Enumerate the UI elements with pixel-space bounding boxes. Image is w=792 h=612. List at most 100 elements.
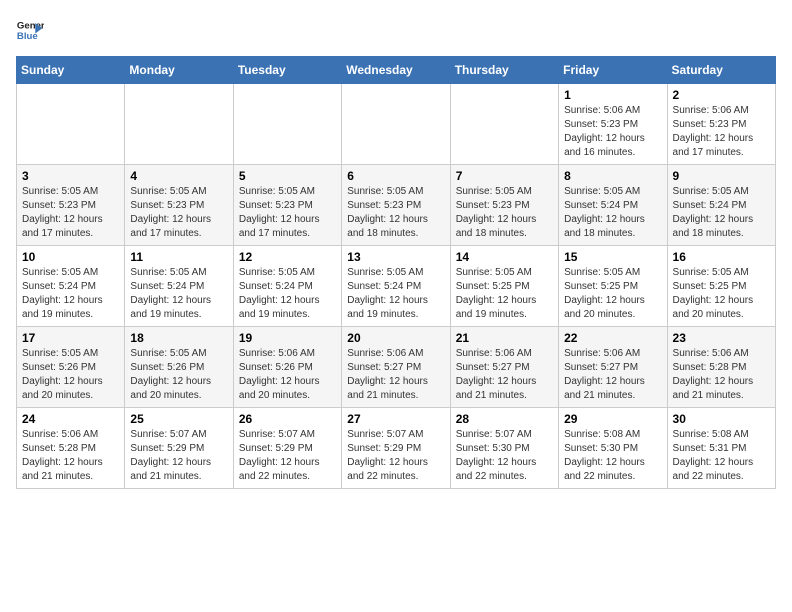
weekday-header-sunday: Sunday xyxy=(17,57,125,84)
calendar-cell: 2 Sunrise: 5:06 AM Sunset: 5:23 PM Daylig… xyxy=(667,84,775,165)
day-number: 3 xyxy=(22,169,119,183)
day-number: 26 xyxy=(239,412,336,426)
day-info: Sunrise: 5:07 AM Sunset: 5:29 PM Dayligh… xyxy=(130,428,227,484)
svg-text:Blue: Blue xyxy=(17,31,38,42)
calendar-cell: 27 Sunrise: 5:07 AM Sunset: 5:29 PM Dayli… xyxy=(342,408,450,489)
calendar-cell: 6 Sunrise: 5:05 AM Sunset: 5:23 PM Daylig… xyxy=(342,165,450,246)
day-info: Sunrise: 5:05 AM Sunset: 5:23 PM Dayligh… xyxy=(239,185,336,241)
calendar-cell: 19 Sunrise: 5:06 AM Sunset: 5:26 PM Dayli… xyxy=(233,327,341,408)
day-info: Sunrise: 5:06 AM Sunset: 5:28 PM Dayligh… xyxy=(22,428,119,484)
calendar-cell: 7 Sunrise: 5:05 AM Sunset: 5:23 PM Daylig… xyxy=(450,165,558,246)
logo-icon: General Blue xyxy=(16,16,44,44)
day-number: 19 xyxy=(239,331,336,345)
calendar-cell: 9 Sunrise: 5:05 AM Sunset: 5:24 PM Daylig… xyxy=(667,165,775,246)
calendar-cell: 24Sunrise: 5:06 AM Sunset: 5:28 PM Dayli… xyxy=(17,408,125,489)
weekday-header-friday: Friday xyxy=(559,57,667,84)
day-info: Sunrise: 5:08 AM Sunset: 5:31 PM Dayligh… xyxy=(673,428,770,484)
weekday-header-wednesday: Wednesday xyxy=(342,57,450,84)
day-info: Sunrise: 5:05 AM Sunset: 5:26 PM Dayligh… xyxy=(130,347,227,403)
calendar-week-3: 10 Sunrise: 5:05 AM Sunset: 5:24 PM Dayli… xyxy=(17,246,776,327)
day-number: 1 xyxy=(564,88,661,102)
logo: General Blue xyxy=(16,16,44,44)
calendar-cell: 3 Sunrise: 5:05 AM Sunset: 5:23 PM Daylig… xyxy=(17,165,125,246)
weekday-header-row: SundayMondayTuesdayWednesdayThursdayFrid… xyxy=(17,57,776,84)
day-info: Sunrise: 5:06 AM Sunset: 5:28 PM Dayligh… xyxy=(673,347,770,403)
calendar-cell: 20 Sunrise: 5:06 AM Sunset: 5:27 PM Dayli… xyxy=(342,327,450,408)
calendar-cell xyxy=(17,84,125,165)
day-info: Sunrise: 5:07 AM Sunset: 5:29 PM Dayligh… xyxy=(347,428,444,484)
day-info: Sunrise: 5:07 AM Sunset: 5:29 PM Dayligh… xyxy=(239,428,336,484)
weekday-header-thursday: Thursday xyxy=(450,57,558,84)
day-info: Sunrise: 5:06 AM Sunset: 5:23 PM Dayligh… xyxy=(673,104,770,160)
calendar-cell: 15Sunrise: 5:05 AM Sunset: 5:25 PM Dayli… xyxy=(559,246,667,327)
day-number: 9 xyxy=(673,169,770,183)
day-info: Sunrise: 5:05 AM Sunset: 5:24 PM Dayligh… xyxy=(22,266,119,322)
calendar-week-2: 3 Sunrise: 5:05 AM Sunset: 5:23 PM Daylig… xyxy=(17,165,776,246)
day-number: 5 xyxy=(239,169,336,183)
day-number: 15 xyxy=(564,250,661,264)
day-info: Sunrise: 5:05 AM Sunset: 5:23 PM Dayligh… xyxy=(130,185,227,241)
calendar-cell: 8 Sunrise: 5:05 AM Sunset: 5:24 PM Daylig… xyxy=(559,165,667,246)
calendar-cell: 14Sunrise: 5:05 AM Sunset: 5:25 PM Dayli… xyxy=(450,246,558,327)
calendar-cell xyxy=(342,84,450,165)
day-number: 4 xyxy=(130,169,227,183)
calendar-cell: 4 Sunrise: 5:05 AM Sunset: 5:23 PM Daylig… xyxy=(125,165,233,246)
calendar-cell: 22 Sunrise: 5:06 AM Sunset: 5:27 PM Dayli… xyxy=(559,327,667,408)
day-number: 28 xyxy=(456,412,553,426)
calendar-cell: 10 Sunrise: 5:05 AM Sunset: 5:24 PM Dayli… xyxy=(17,246,125,327)
day-info: Sunrise: 5:05 AM Sunset: 5:24 PM Dayligh… xyxy=(130,266,227,322)
calendar-cell: 30 Sunrise: 5:08 AM Sunset: 5:31 PM Dayli… xyxy=(667,408,775,489)
day-number: 27 xyxy=(347,412,444,426)
day-number: 11 xyxy=(130,250,227,264)
day-info: Sunrise: 5:05 AM Sunset: 5:23 PM Dayligh… xyxy=(22,185,119,241)
day-number: 7 xyxy=(456,169,553,183)
day-info: Sunrise: 5:06 AM Sunset: 5:27 PM Dayligh… xyxy=(564,347,661,403)
weekday-header-tuesday: Tuesday xyxy=(233,57,341,84)
calendar-cell: 5 Sunrise: 5:05 AM Sunset: 5:23 PM Daylig… xyxy=(233,165,341,246)
calendar-cell: 23Sunrise: 5:06 AM Sunset: 5:28 PM Dayli… xyxy=(667,327,775,408)
calendar-week-1: 1 Sunrise: 5:06 AM Sunset: 5:23 PM Daylig… xyxy=(17,84,776,165)
calendar-cell: 21Sunrise: 5:06 AM Sunset: 5:27 PM Dayli… xyxy=(450,327,558,408)
weekday-header-monday: Monday xyxy=(125,57,233,84)
day-number: 29 xyxy=(564,412,661,426)
day-info: Sunrise: 5:05 AM Sunset: 5:23 PM Dayligh… xyxy=(456,185,553,241)
calendar-cell xyxy=(125,84,233,165)
day-number: 22 xyxy=(564,331,661,345)
calendar-body: 1 Sunrise: 5:06 AM Sunset: 5:23 PM Daylig… xyxy=(17,84,776,489)
day-number: 6 xyxy=(347,169,444,183)
day-info: Sunrise: 5:06 AM Sunset: 5:27 PM Dayligh… xyxy=(347,347,444,403)
day-number: 25 xyxy=(130,412,227,426)
calendar-cell: 26 Sunrise: 5:07 AM Sunset: 5:29 PM Dayli… xyxy=(233,408,341,489)
day-number: 13 xyxy=(347,250,444,264)
day-number: 16 xyxy=(673,250,770,264)
day-number: 18 xyxy=(130,331,227,345)
day-number: 2 xyxy=(673,88,770,102)
day-info: Sunrise: 5:06 AM Sunset: 5:27 PM Dayligh… xyxy=(456,347,553,403)
calendar-cell: 17Sunrise: 5:05 AM Sunset: 5:26 PM Dayli… xyxy=(17,327,125,408)
day-number: 10 xyxy=(22,250,119,264)
day-number: 20 xyxy=(347,331,444,345)
day-number: 12 xyxy=(239,250,336,264)
calendar-cell: 25 Sunrise: 5:07 AM Sunset: 5:29 PM Dayli… xyxy=(125,408,233,489)
day-info: Sunrise: 5:05 AM Sunset: 5:24 PM Dayligh… xyxy=(564,185,661,241)
calendar-cell: 13Sunrise: 5:05 AM Sunset: 5:24 PM Dayli… xyxy=(342,246,450,327)
day-info: Sunrise: 5:06 AM Sunset: 5:26 PM Dayligh… xyxy=(239,347,336,403)
day-info: Sunrise: 5:08 AM Sunset: 5:30 PM Dayligh… xyxy=(564,428,661,484)
calendar-cell: 12 Sunrise: 5:05 AM Sunset: 5:24 PM Dayli… xyxy=(233,246,341,327)
day-number: 14 xyxy=(456,250,553,264)
calendar-cell: 16 Sunrise: 5:05 AM Sunset: 5:25 PM Dayli… xyxy=(667,246,775,327)
calendar-cell: 29 Sunrise: 5:08 AM Sunset: 5:30 PM Dayli… xyxy=(559,408,667,489)
day-info: Sunrise: 5:05 AM Sunset: 5:23 PM Dayligh… xyxy=(347,185,444,241)
calendar-cell xyxy=(450,84,558,165)
day-number: 30 xyxy=(673,412,770,426)
day-info: Sunrise: 5:05 AM Sunset: 5:24 PM Dayligh… xyxy=(673,185,770,241)
calendar-week-5: 24Sunrise: 5:06 AM Sunset: 5:28 PM Dayli… xyxy=(17,408,776,489)
page-header: General Blue xyxy=(16,16,776,44)
calendar-table: SundayMondayTuesdayWednesdayThursdayFrid… xyxy=(16,56,776,489)
calendar-week-4: 17Sunrise: 5:05 AM Sunset: 5:26 PM Dayli… xyxy=(17,327,776,408)
day-info: Sunrise: 5:05 AM Sunset: 5:24 PM Dayligh… xyxy=(239,266,336,322)
calendar-cell: 1Sunrise: 5:06 AM Sunset: 5:23 PM Daylig… xyxy=(559,84,667,165)
day-info: Sunrise: 5:05 AM Sunset: 5:25 PM Dayligh… xyxy=(673,266,770,322)
calendar-cell xyxy=(233,84,341,165)
day-number: 8 xyxy=(564,169,661,183)
